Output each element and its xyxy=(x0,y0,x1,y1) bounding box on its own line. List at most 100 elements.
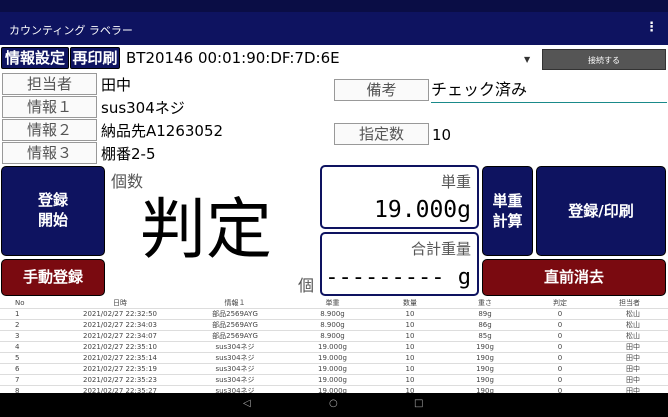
unit-weight-box: 単重 19.000g xyxy=(320,165,479,229)
cell-qty: 10 xyxy=(365,352,455,364)
table-row[interactable]: 4 2021/02/27 22:35:10 sus304ネジ 19.000g 10 190… xyxy=(0,341,668,353)
info3-value: 棚番2-5 xyxy=(101,145,156,163)
cell-info1: sus304ネジ xyxy=(170,352,300,364)
col-weight: 重さ xyxy=(478,299,492,307)
cell-weight: 190g xyxy=(455,363,515,375)
remark-input[interactable]: チェック済み xyxy=(431,79,667,103)
cell-info1: sus304ネジ xyxy=(170,374,300,386)
reprint-button[interactable]: 再印刷 xyxy=(70,47,120,69)
col-datetime: 日時 xyxy=(113,299,127,307)
cell-no: 2 xyxy=(0,319,70,331)
manual-register-button[interactable]: 手動登録 xyxy=(1,259,105,296)
cell-info1: 部品2569AYG xyxy=(170,308,300,320)
cell-no: 7 xyxy=(0,374,70,386)
cell-unit-weight: 8.900g xyxy=(300,319,365,331)
person-value: 田中 xyxy=(101,76,132,94)
unit-weight-value: 19.000g xyxy=(374,197,471,223)
cell-qty: 10 xyxy=(365,319,455,331)
cell-qty: 10 xyxy=(365,374,455,386)
start-register-button[interactable]: 登録 開始 xyxy=(1,166,105,256)
cell-info1: sus304ネジ xyxy=(170,341,300,353)
info2-label: 情報２ xyxy=(2,119,97,141)
col-qty: 数量 xyxy=(403,299,417,307)
cell-unit-weight: 19.000g xyxy=(300,341,365,353)
col-unit-weight: 単重 xyxy=(325,299,340,307)
cell-judgement: 0 xyxy=(515,330,605,342)
cell-datetime: 2021/02/27 22:35:19 xyxy=(70,363,170,375)
cell-qty: 10 xyxy=(365,308,455,320)
col-info1: 情報１ xyxy=(224,299,246,307)
cell-weight: 190g xyxy=(455,341,515,353)
connect-button[interactable]: 接続する xyxy=(542,49,666,70)
total-weight-value: --------- g xyxy=(325,265,471,290)
info1-value: sus304ネジ xyxy=(101,99,185,117)
total-weight-caption: 合計重量 xyxy=(410,240,471,258)
col-judgement: 判定 xyxy=(553,299,567,307)
undo-last-button[interactable]: 直前消去 xyxy=(482,259,666,296)
cell-datetime: 2021/02/27 22:34:07 xyxy=(70,330,170,342)
cell-datetime: 2021/02/27 22:35:14 xyxy=(70,352,170,364)
cell-unit-weight: 8.900g xyxy=(300,308,365,320)
person-label: 担当者 xyxy=(2,73,97,95)
col-no: No xyxy=(15,299,25,307)
cell-person: 松山 xyxy=(605,319,668,331)
cell-weight: 86g xyxy=(455,319,515,331)
cell-no: 3 xyxy=(0,330,70,342)
cell-person: 松山 xyxy=(605,330,668,342)
cell-datetime: 2021/02/27 22:34:03 xyxy=(70,319,170,331)
cell-info1: sus304ネジ xyxy=(170,363,300,375)
table-row[interactable]: 6 2021/02/27 22:35:19 sus304ネジ 19.000g 10 190… xyxy=(0,363,668,375)
calc-unit-weight-button[interactable]: 単重 計算 xyxy=(482,166,533,256)
info1-label: 情報１ xyxy=(2,96,97,118)
recent-apps-icon[interactable]: □ xyxy=(414,398,423,409)
cell-info1: 部品2569AYG xyxy=(170,330,300,342)
cell-judgement: 0 xyxy=(515,308,605,320)
home-icon[interactable]: ○ xyxy=(329,398,338,409)
table-row[interactable]: 5 2021/02/27 22:35:14 sus304ネジ 19.000g 10 190… xyxy=(0,352,668,364)
nav-bar: ◁ ○ □ xyxy=(0,393,668,417)
cell-qty: 10 xyxy=(365,341,455,353)
col-person: 担当者 xyxy=(619,299,640,307)
unit-weight-caption: 単重 xyxy=(440,173,471,191)
cell-weight: 85g xyxy=(455,330,515,342)
table-row[interactable]: 7 2021/02/27 22:35:23 sus304ネジ 19.000g 10 190… xyxy=(0,374,668,386)
chevron-down-icon[interactable]: ▼ xyxy=(524,55,530,64)
qty-value[interactable]: 10 xyxy=(432,126,451,144)
cell-person: 松山 xyxy=(605,308,668,320)
cell-datetime: 2021/02/27 22:35:10 xyxy=(70,341,170,353)
cell-qty: 10 xyxy=(365,330,455,342)
history-table: No 日時 情報１ 単重 数量 重さ 判定 担当者 1 2021/02/27 22… xyxy=(0,298,668,396)
device-select[interactable]: BT20146 00:01:90:DF:7D:6E xyxy=(126,49,340,67)
table-header-row: No 日時 情報１ 単重 数量 重さ 判定 担当者 xyxy=(0,298,668,309)
table-row[interactable]: 2 2021/02/27 22:34:03 部品2569AYG 8.900g 10 86g… xyxy=(0,319,668,331)
app-bar: カウンティング ラベラー ⋮ xyxy=(0,12,668,45)
cell-judgement: 0 xyxy=(515,363,605,375)
cell-datetime: 2021/02/27 22:32:50 xyxy=(70,308,170,320)
cell-datetime: 2021/02/27 22:35:23 xyxy=(70,374,170,386)
cell-person: 田中 xyxy=(605,352,668,364)
table-row[interactable]: 1 2021/02/27 22:32:50 部品2569AYG 8.900g 10 89g… xyxy=(0,308,668,320)
cell-judgement: 0 xyxy=(515,374,605,386)
cell-unit-weight: 19.000g xyxy=(300,374,365,386)
app-title: カウンティング ラベラー xyxy=(9,24,133,37)
cell-qty: 10 xyxy=(365,363,455,375)
info2-value: 納品先A1263052 xyxy=(101,122,224,140)
cell-unit-weight: 19.000g xyxy=(300,352,365,364)
cell-judgement: 0 xyxy=(515,352,605,364)
back-icon[interactable]: ◁ xyxy=(243,398,251,409)
cell-no: 6 xyxy=(0,363,70,375)
unit-ko-label: 個 xyxy=(298,276,315,295)
info-settings-button[interactable]: 情報設定 xyxy=(1,47,69,69)
cell-info1: 部品2569AYG xyxy=(170,319,300,331)
cell-unit-weight: 19.000g xyxy=(300,363,365,375)
cell-weight: 89g xyxy=(455,308,515,320)
cell-person: 田中 xyxy=(605,374,668,386)
cell-person: 田中 xyxy=(605,341,668,353)
qty-label: 指定数 xyxy=(334,123,429,145)
cell-judgement: 0 xyxy=(515,319,605,331)
table-row[interactable]: 3 2021/02/27 22:34:07 部品2569AYG 8.900g 10 85g… xyxy=(0,330,668,342)
cell-person: 田中 xyxy=(605,363,668,375)
cell-unit-weight: 8.900g xyxy=(300,330,365,342)
overflow-menu-icon[interactable]: ⋮ xyxy=(645,20,658,35)
register-print-button[interactable]: 登録/印刷 xyxy=(536,166,666,256)
